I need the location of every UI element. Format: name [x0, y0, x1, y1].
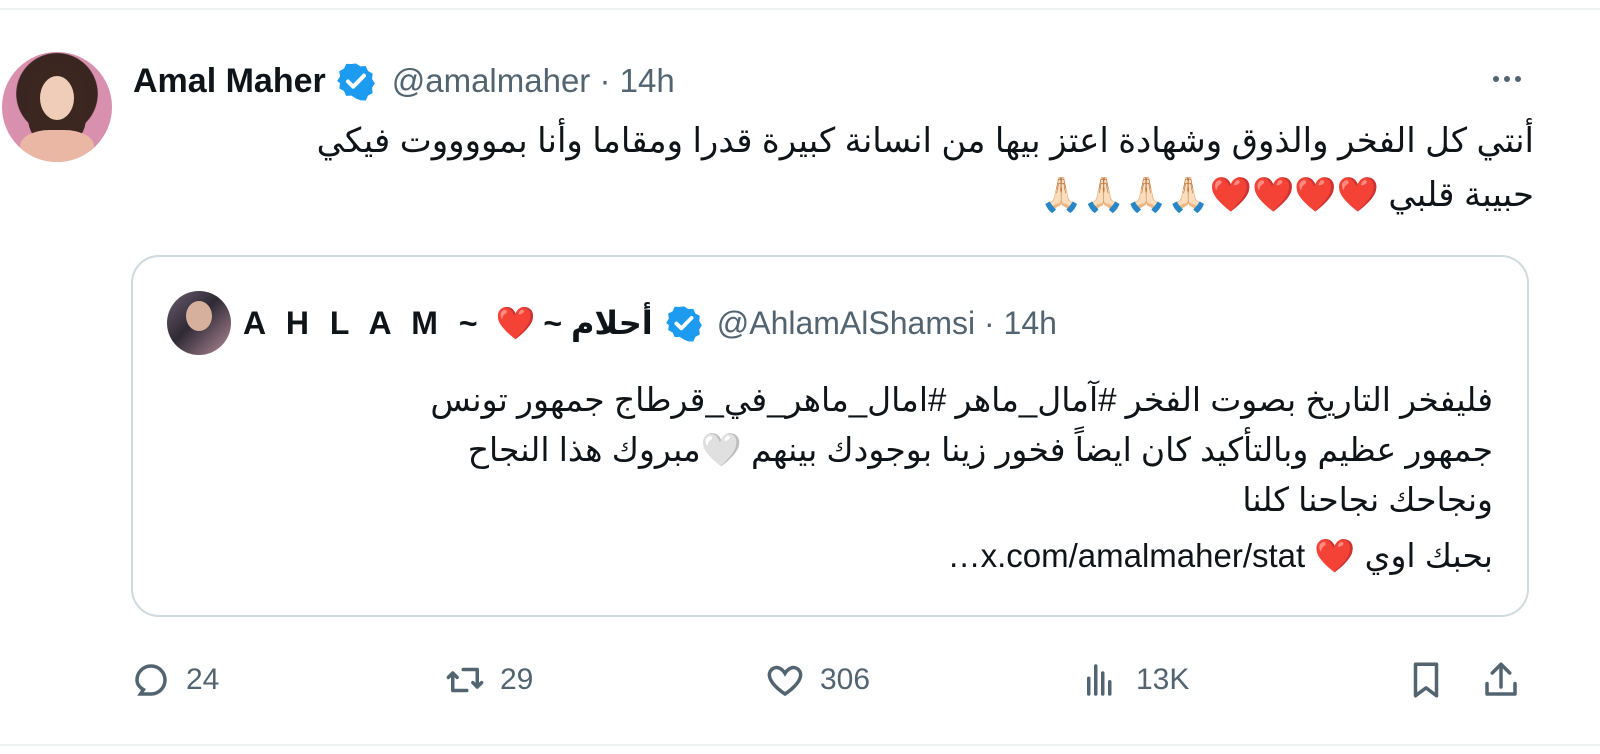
reply-count: 24 — [186, 663, 220, 696]
retweet-count: 29 — [500, 663, 534, 696]
bookmark-icon — [1413, 662, 1439, 698]
quoted-author-name-latin[interactable]: A H L A M ~ — [243, 305, 484, 342]
like-button[interactable]: 306 — [764, 648, 870, 712]
share-button[interactable] — [1480, 648, 1522, 712]
quoted-verified-badge-icon — [665, 306, 702, 342]
heart-icon — [767, 665, 803, 697]
quoted-author-handle-time[interactable]: @AhlamAlShamsi · 14h — [717, 305, 1057, 342]
like-count: 306 — [820, 663, 871, 696]
reply-button[interactable]: 24 — [130, 648, 219, 712]
reply-icon — [135, 664, 167, 696]
top-divider — [0, 8, 1600, 10]
views-button[interactable]: 13K — [1080, 648, 1189, 712]
quoted-author-avatar[interactable] — [167, 291, 231, 355]
verified-badge-icon — [336, 63, 375, 101]
tweet-header: Amal Maher @amalmaher · 14h — [133, 56, 675, 106]
heart-emoji-icon: ❤️ — [495, 305, 536, 341]
retweet-icon — [446, 667, 484, 693]
quoted-text-line-3: ونجاحك نجاحنا كلنا — [1242, 481, 1493, 518]
author-avatar[interactable] — [2, 52, 112, 162]
tweet-text-line-2: حبيبة قلبي ❤️❤️❤️❤️🙏🏻🙏🏻🙏🏻🙏🏻 — [1040, 176, 1534, 214]
quoted-text-line-4[interactable]: بحبك اوي ❤️ x.com/amalmaher/stat… — [173, 531, 1493, 581]
author-name[interactable]: Amal Maher — [133, 62, 326, 101]
bookmark-button[interactable] — [1405, 648, 1447, 712]
quoted-text-line-1: فليفخر التاريخ بصوت الفخر #آمال_ماهر #ام… — [430, 381, 1493, 418]
quoted-author-name-arabic[interactable]: ~ أحلام — [543, 304, 652, 342]
quoted-text-line-2: جمهور عظيم وبالتأكيد كان ايضاً فخور زينا… — [467, 431, 1493, 468]
quoted-tweet-card[interactable]: A H L A M ~ ❤️ ~ أحلام @AhlamAlShamsi · … — [131, 255, 1529, 617]
tweet-actions-bar: 24 29 306 13K — [130, 648, 1532, 712]
share-icon — [1485, 662, 1517, 696]
views-count: 13K — [1136, 663, 1190, 696]
author-handle-time[interactable]: @amalmaher · 14h — [392, 62, 675, 100]
quoted-tweet-header: A H L A M ~ ❤️ ~ أحلام @AhlamAlShamsi · … — [243, 291, 1057, 355]
retweet-button[interactable]: 29 — [444, 648, 533, 712]
more-options-icon[interactable] — [1482, 64, 1532, 94]
views-chart-icon — [1087, 664, 1112, 696]
bottom-divider — [0, 744, 1600, 746]
tweet-text-line-1: أنتي كل الفخر والذوق وشهادة اعتز بيها من… — [316, 122, 1534, 160]
